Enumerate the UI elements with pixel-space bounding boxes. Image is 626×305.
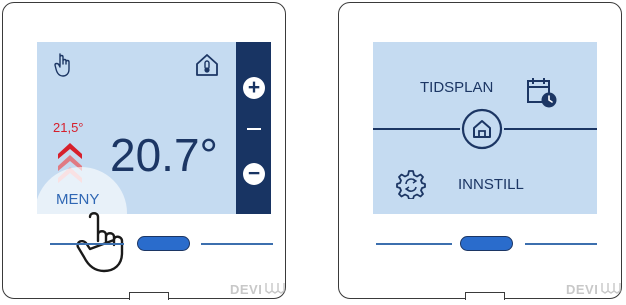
bottom-line-right (525, 243, 597, 245)
hand-cursor-icon (76, 212, 124, 273)
menu-divider-left (373, 128, 460, 130)
increase-button[interactable]: + (243, 77, 265, 99)
adjust-bar: + − (236, 42, 271, 214)
schedule-label[interactable]: TIDSPLAN (420, 79, 493, 96)
home-pill-button[interactable] (460, 236, 513, 251)
adjust-divider (247, 128, 261, 130)
bottom-line-right (201, 243, 273, 245)
house-thermometer-icon (196, 54, 218, 76)
main-screen: 21,5° 20.7° + − MENY (35, 42, 271, 259)
devi-mark-icon (601, 283, 621, 294)
calendar-clock-icon[interactable] (526, 76, 558, 108)
brand-label: DEVI (566, 282, 599, 297)
hand-pointer-icon (54, 53, 70, 77)
bottom-line-left (376, 243, 452, 245)
bottom-line-left (50, 243, 124, 245)
settings-label[interactable]: INNSTILL (458, 176, 524, 193)
device-bottom-tab (129, 292, 169, 300)
brand-label: DEVI (230, 282, 263, 297)
devi-mark-icon (265, 283, 285, 294)
menu-screen: TIDSPLAN INNSTILL (373, 42, 597, 214)
device-bottom-tab (465, 292, 505, 300)
gear-refresh-icon[interactable] (396, 169, 426, 199)
decrease-button[interactable]: − (243, 163, 265, 185)
home-icon[interactable] (461, 108, 503, 150)
home-pill-button[interactable] (137, 236, 190, 251)
setpoint-temperature: 21,5° (53, 120, 84, 135)
menu-divider-right (504, 128, 597, 130)
current-temperature: 20.7° (110, 129, 218, 181)
